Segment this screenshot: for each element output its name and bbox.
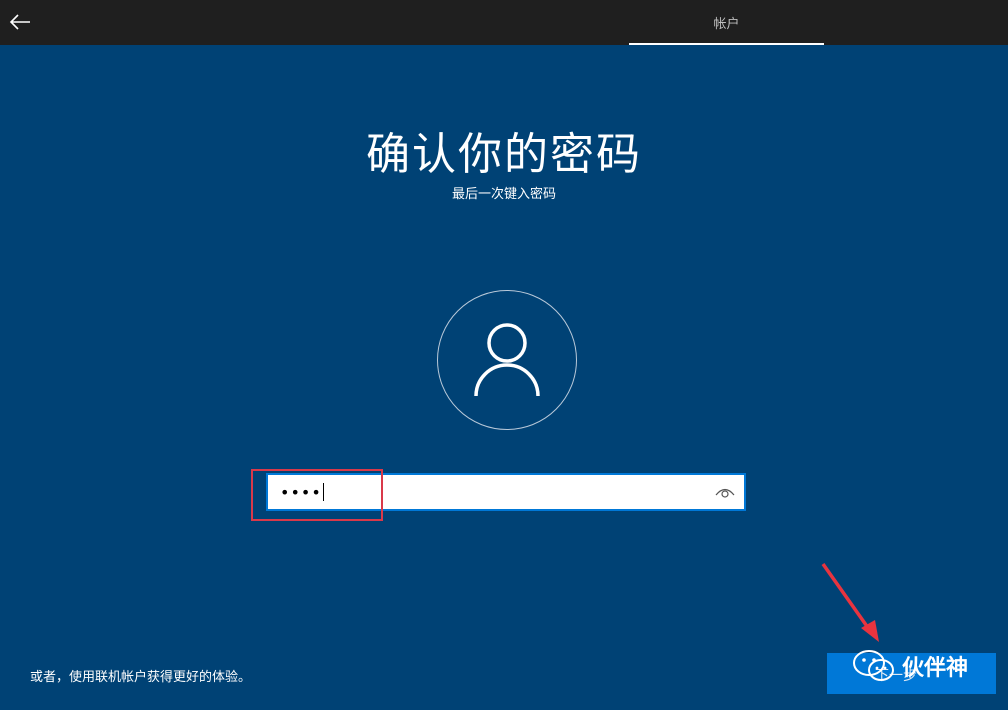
password-value: •••• <box>280 482 324 502</box>
avatar <box>437 290 577 430</box>
password-field[interactable]: •••• <box>266 473 746 511</box>
eye-icon <box>715 488 735 498</box>
next-button[interactable]: 下一步 <box>827 653 996 694</box>
tab-account[interactable]: 帐户 <box>629 0 824 45</box>
page-title: 确认你的密码 <box>366 129 642 180</box>
tab-account-label: 帐户 <box>713 17 740 32</box>
tab-underline <box>629 43 824 45</box>
arrow-annotation <box>821 562 879 642</box>
setup-page: 帐户 确认你的密码 最后一次键入密码 •••• 或者，使用联机帐户获得更好的体验… <box>0 0 1008 710</box>
top-bar: 帐户 <box>0 0 1008 45</box>
back-button[interactable] <box>6 8 34 36</box>
next-button-label: 下一步 <box>875 668 917 684</box>
text-caret <box>322 483 324 501</box>
page-subtitle: 最后一次键入密码 <box>451 187 556 202</box>
reveal-password-button[interactable] <box>712 480 738 504</box>
arrow-left-icon <box>9 14 30 30</box>
user-icon <box>474 323 540 397</box>
online-account-link[interactable]: 或者，使用联机帐户获得更好的体验。 <box>30 666 251 685</box>
